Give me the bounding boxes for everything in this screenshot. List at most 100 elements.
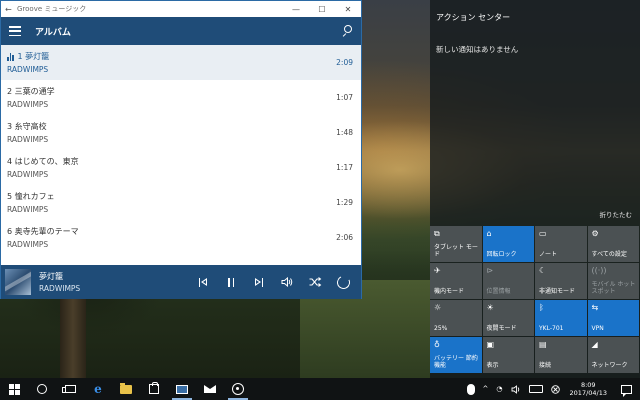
track-row-5[interactable]: 5 憧れカフェ RADWIMPS 1:29 [1,185,361,220]
quick-action-mobile-hotspot[interactable]: ((·)) モバイル ホットスポット [587,263,639,299]
previous-button[interactable] [189,265,217,299]
quick-action-brightness[interactable]: ☼ 25% [430,300,482,336]
clock-button[interactable]: 8:09 2017/04/13 [564,378,613,400]
quick-action-note[interactable]: ▭ ノート [535,226,587,262]
quick-action-bluetooth[interactable]: ᛒ YKL-701 [535,300,587,336]
wifi-icon: ◔ [496,385,503,393]
quick-action-label: すべての設定 [591,251,627,258]
quick-action-battery-saver[interactable]: ♁ バッテリー 節約機能 [430,337,482,373]
volume-icon [281,277,293,287]
groove-taskbar-button[interactable] [224,378,252,400]
quick-action-label: 夜間モード [486,325,517,332]
quick-action-connect[interactable]: ▤ 接続 [535,337,587,373]
file-explorer-taskbar-button[interactable] [112,378,140,400]
quick-action-label: 非通知モード [539,288,576,295]
quick-action-tablet-mode[interactable]: ⧉ タブレット モード [430,226,482,262]
touch-keyboard-button[interactable] [525,378,547,400]
edge-taskbar-button[interactable]: e [84,378,112,400]
track-artist[interactable]: RADWIMPS [7,65,361,74]
quick-action-label: モバイル ホットスポット [591,281,636,295]
now-playing-title[interactable]: 夢灯籠 [39,271,189,282]
album-art[interactable] [5,269,31,295]
screen-taskbar-button[interactable] [168,378,196,400]
quick-action-all-settings[interactable]: ⚙ すべての設定 [587,226,639,262]
mouse-tray-button[interactable] [463,378,479,400]
back-arrow-icon[interactable]: ← [5,5,15,14]
maximize-button[interactable]: ☐ [309,1,335,17]
track-duration: 1:07 [336,93,353,102]
quick-actions-grid: ⧉ タブレット モード ⌂ 回転ロック ▭ ノート ⚙ すべての設定 ✈ 機内モ… [430,226,640,374]
groove-music-icon [232,383,244,395]
app-header: アルバム [1,17,361,45]
minimize-button[interactable]: — [283,1,309,17]
next-button[interactable] [245,265,273,299]
repeat-button[interactable] [329,265,357,299]
track-artist[interactable]: RADWIMPS [7,135,361,144]
track-duration: 2:06 [336,233,353,242]
window-title: Groove ミュージック [17,5,87,13]
quick-action-label: バッテリー 節約機能 [434,355,478,369]
network-tray-button[interactable]: ◔ [492,378,506,400]
pause-icon [228,277,234,287]
ime-button[interactable] [547,378,564,400]
track-row-3[interactable]: 3 糸守高校 RADWIMPS 1:48 [1,115,361,150]
window-controls: — ☐ ✕ [283,1,361,17]
track-title: 4 はじめての、東京 [7,157,79,166]
collapse-link[interactable]: 折りたたむ [600,209,633,219]
close-button[interactable]: ✕ [335,1,361,17]
track-artist[interactable]: RADWIMPS [7,205,361,214]
clock-time: 8:09 [580,381,596,389]
track-artist[interactable]: RADWIMPS [7,240,361,249]
system-tray: ^ ◔ 8:09 2017/04/13 [463,378,640,400]
track-artist[interactable]: RADWIMPS [7,100,361,109]
quick-action-quiet-hours[interactable]: ☾ 非通知モード [535,263,587,299]
track-title: 1 夢灯籠 [17,52,50,61]
page-title: アルバム [35,27,71,38]
show-hidden-icons-button[interactable]: ^ [479,378,493,400]
pause-button[interactable] [217,265,245,299]
now-playing-bar: 夢灯籠 RADWIMPS [1,265,361,299]
quick-action-project[interactable]: ▣ 表示 [482,337,534,373]
quick-action-label: 位置情報 [486,288,511,295]
mail-taskbar-button[interactable] [196,378,224,400]
volume-button[interactable] [273,265,301,299]
track-artist[interactable]: RADWIMPS [7,170,361,179]
settings-icon: ⚙ [591,229,599,238]
now-playing-artist[interactable]: RADWIMPS [39,284,189,293]
no-notifications-message: 新しい通知はありません [436,45,519,54]
hotspot-icon: ((·)) [591,266,607,275]
start-button[interactable] [0,378,28,400]
track-row-4[interactable]: 4 はじめての、東京 RADWIMPS 1:17 [1,150,361,185]
quick-action-location[interactable]: ⊳ 位置情報 [482,263,534,299]
taskbar: e ^ ◔ 8:09 2017/04/13 [0,378,640,400]
search-icon[interactable] [341,25,353,37]
action-center-button[interactable] [613,378,640,400]
track-duration: 1:48 [336,128,353,137]
store-icon [149,382,159,394]
track-duration: 1:17 [336,163,353,172]
track-row-6[interactable]: 6 奥寺先輩のテーマ RADWIMPS 2:06 [1,220,361,255]
brightness-icon: ☼ [434,303,442,312]
quick-action-label: 接続 [539,362,552,369]
quick-action-label: 機内モード [434,288,465,295]
task-view-button[interactable] [56,378,84,400]
quick-action-network[interactable]: ◢ ネットワーク [587,337,639,373]
quick-action-vpn[interactable]: ⇆ VPN [587,300,639,336]
store-taskbar-button[interactable] [140,378,168,400]
quick-action-label: タブレット モード [434,244,478,258]
volume-tray-button[interactable] [507,378,525,400]
cortana-button[interactable] [28,378,56,400]
hamburger-menu-icon[interactable] [9,26,21,36]
previous-icon [198,277,208,287]
quick-action-label: 25% [434,325,448,332]
action-center-panel: アクション センター 新しい通知はありません 折りたたむ ⧉ タブレット モード… [430,0,640,378]
airplane-icon: ✈ [434,266,441,275]
track-row-2[interactable]: 2 三葉の通学 RADWIMPS 1:07 [1,80,361,115]
shuffle-button[interactable] [301,265,329,299]
quick-action-night-light[interactable]: ☀ 夜間モード [482,300,534,336]
quick-action-rotation-lock[interactable]: ⌂ 回転ロック [482,226,534,262]
track-row-1[interactable]: 1 夢灯籠 RADWIMPS 2:09 [1,45,361,80]
quick-action-airplane-mode[interactable]: ✈ 機内モード [430,263,482,299]
tablet-mode-icon: ⧉ [434,229,440,238]
network-icon: ◢ [591,340,598,349]
